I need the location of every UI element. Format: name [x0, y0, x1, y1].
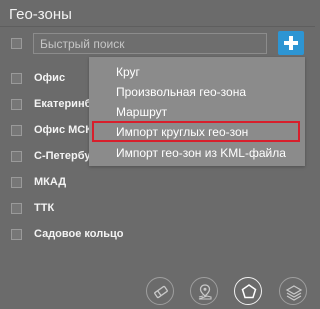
item-checkbox[interactable]	[11, 125, 22, 136]
item-checkbox[interactable]	[11, 203, 22, 214]
item-label: МКАД	[34, 176, 67, 188]
menu-item-label: Произвольная гео-зона	[116, 85, 247, 99]
geozones-panel: Гео-зоны Офис Екатеринбу Офис МСК С-Пете…	[0, 0, 315, 309]
layers-icon[interactable]	[279, 277, 307, 305]
add-geozone-menu: Круг Произвольная гео-зона Маршрут Импор…	[89, 57, 305, 166]
panel-title: Гео-зоны	[9, 6, 72, 23]
menu-item-route[interactable]: Маршрут	[89, 102, 305, 122]
item-label: Екатеринбу	[34, 98, 98, 110]
menu-item-label: Маршрут	[116, 105, 168, 119]
menu-item-custom-geozone[interactable]: Произвольная гео-зона	[89, 82, 305, 102]
item-checkbox[interactable]	[11, 177, 22, 188]
menu-item-label: Круг	[116, 65, 140, 79]
eraser-icon[interactable]	[146, 277, 174, 305]
item-label: Садовое кольцо	[34, 228, 124, 240]
item-label: Офис МСК	[34, 124, 92, 136]
item-checkbox[interactable]	[11, 151, 22, 162]
item-label: С-Петербур	[34, 150, 98, 162]
plus-icon-vertical	[289, 36, 293, 50]
menu-item-label: Импорт гео-зон из KML-файла	[116, 146, 286, 160]
item-checkbox[interactable]	[11, 229, 22, 240]
item-label: ТТК	[34, 202, 55, 214]
search-field[interactable]	[33, 33, 267, 54]
map-marker-icon[interactable]	[190, 277, 218, 305]
list-item[interactable]: ТТК	[0, 197, 315, 223]
item-checkbox[interactable]	[11, 73, 22, 84]
list-item[interactable]: Садовое кольцо	[0, 223, 315, 249]
menu-item-circle[interactable]: Круг	[89, 62, 305, 82]
list-item[interactable]: МКАД	[0, 171, 315, 197]
menu-item-import-kml[interactable]: Импорт гео-зон из KML-файла	[89, 143, 305, 163]
menu-item-label: Импорт круглых гео-зон	[116, 125, 249, 139]
add-geozone-button[interactable]	[278, 31, 304, 55]
polygon-icon[interactable]	[234, 277, 262, 305]
select-all-checkbox[interactable]	[11, 38, 22, 49]
header-divider	[0, 26, 315, 27]
item-label: Офис	[34, 72, 66, 84]
search-input[interactable]	[34, 34, 266, 53]
item-checkbox[interactable]	[11, 99, 22, 110]
menu-item-import-circle-geozones[interactable]: Импорт круглых гео-зон	[92, 121, 300, 142]
